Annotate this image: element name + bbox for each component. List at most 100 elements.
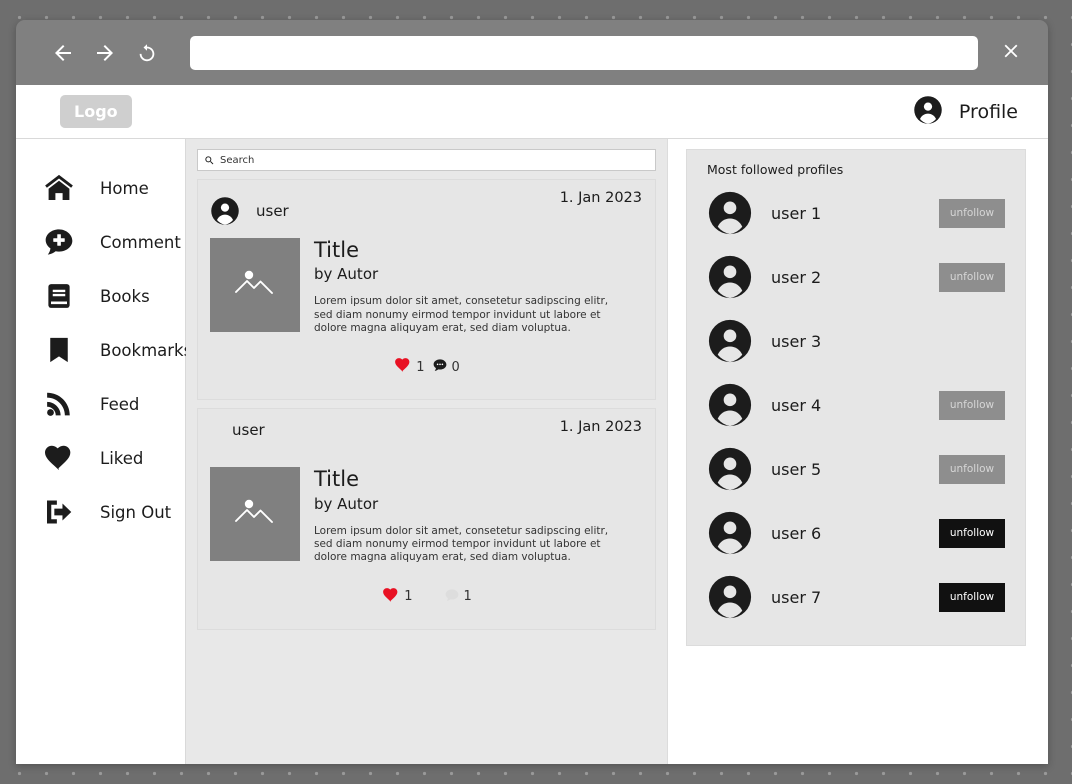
unfollow-button[interactable]: unfollow — [939, 198, 1005, 228]
profile-name[interactable]: user 5 — [771, 460, 821, 479]
list-item: user 4 unfollow — [707, 373, 1005, 437]
post-excerpt: Lorem ipsum dolor sit amet, consetetur s… — [314, 295, 609, 335]
search-box[interactable] — [197, 149, 656, 171]
profile-name[interactable]: user 6 — [771, 524, 821, 543]
account-circle-icon — [707, 446, 753, 492]
post-title: Title — [314, 467, 360, 492]
post-body: Title by Autor Lorem ipsum dolor sit ame… — [210, 238, 643, 335]
arrow-left-icon — [51, 41, 75, 65]
arrow-right-icon — [93, 41, 117, 65]
reload-button[interactable] — [130, 36, 164, 70]
app-container: Logo Profile Home Comment Books Bookmark… — [16, 85, 1048, 764]
list-item: user 6 unfollow — [707, 501, 1005, 565]
sidebar-item-home[interactable]: Home — [16, 161, 185, 215]
feed-column: 1. Jan 2023 user — [186, 139, 668, 764]
browser-window: Logo Profile Home Comment Books Bookmark… — [16, 20, 1048, 764]
account-circle-icon — [707, 254, 753, 300]
post-footer: 1 0 — [210, 335, 643, 399]
sidebar-item-label: Liked — [100, 448, 144, 468]
list-item: user 1 unfollow — [707, 181, 1005, 245]
sidebar-item-bookmarks[interactable]: Bookmarks — [16, 323, 192, 377]
profile-name[interactable]: user 7 — [771, 588, 821, 607]
profile-name[interactable]: user 4 — [771, 396, 821, 415]
like-stat[interactable]: 1 — [393, 356, 425, 378]
profile-name[interactable]: user 3 — [771, 332, 821, 351]
post-text-block: Title by Autor Lorem ipsum dolor sit ame… — [300, 467, 614, 564]
search-input[interactable] — [220, 150, 649, 170]
post-username[interactable]: user — [232, 421, 265, 439]
post-date: 1. Jan 2023 — [559, 419, 642, 436]
account-circle-icon — [913, 95, 943, 129]
comment-icon — [431, 357, 449, 377]
unfollow-button[interactable]: unfollow — [939, 454, 1005, 484]
post-date: 1. Jan 2023 — [559, 190, 642, 206]
app-body: Home Comment Books Bookmarks Feed Liked … — [16, 139, 1048, 764]
most-followed-panel: Most followed profiles user 1 unfollow u… — [686, 149, 1026, 646]
back-button[interactable] — [46, 36, 80, 70]
sidebar-item-feed[interactable]: Feed — [16, 377, 185, 431]
home-icon — [42, 171, 76, 205]
account-circle-icon — [707, 382, 753, 428]
post-author: by Autor — [314, 494, 379, 513]
list-item: user 7 unfollow — [707, 565, 1005, 629]
sidebar-item-label: Bookmarks — [100, 340, 193, 360]
post-text-block: Title by Autor Lorem ipsum dolor sit ame… — [300, 238, 614, 335]
account-circle-icon — [707, 574, 753, 620]
post-author: by Autor — [314, 265, 379, 284]
comment-stat[interactable]: 1 — [443, 587, 472, 607]
profile-name[interactable]: user 1 — [771, 204, 821, 223]
close-icon — [1000, 40, 1022, 66]
sign-out-icon — [42, 495, 76, 529]
unfollow-button[interactable]: unfollow — [939, 262, 1005, 292]
unfollow-button[interactable]: unfollow — [939, 518, 1005, 548]
post-title: Title — [314, 238, 360, 262]
browser-chrome — [16, 20, 1048, 85]
image-placeholder-icon — [231, 495, 279, 533]
account-circle-icon — [210, 196, 240, 226]
sidebar-item-label: Books — [100, 286, 150, 306]
book-icon — [42, 279, 76, 313]
rss-feed-icon — [42, 387, 76, 421]
comment-icon — [443, 587, 461, 607]
panel-title: Most followed profiles — [707, 162, 844, 177]
post-username[interactable]: user — [256, 202, 289, 220]
sidebar-item-label: Sign Out — [100, 502, 172, 522]
right-column: Most followed profiles user 1 unfollow u… — [668, 139, 1048, 764]
post-thumbnail — [210, 467, 300, 562]
profile-link[interactable]: Profile — [913, 95, 1018, 129]
comment-count: 1 — [463, 589, 472, 605]
like-stat[interactable]: 1 — [381, 586, 413, 608]
unfollow-button[interactable]: unfollow — [939, 390, 1005, 420]
search-icon — [204, 151, 215, 170]
bookmark-icon — [42, 333, 76, 367]
image-placeholder-icon — [231, 266, 279, 304]
account-circle-icon — [707, 318, 753, 364]
heart-icon — [393, 356, 413, 378]
heart-icon — [381, 586, 401, 608]
like-count: 1 — [404, 589, 413, 605]
logo[interactable]: Logo — [60, 95, 132, 128]
account-circle-icon — [707, 190, 753, 236]
list-item: user 3 unfollow — [707, 309, 1005, 373]
sidebar: Home Comment Books Bookmarks Feed Liked … — [16, 139, 192, 764]
profile-name[interactable]: user 2 — [771, 268, 821, 287]
sidebar-item-liked[interactable]: Liked — [16, 431, 185, 485]
sidebar-item-books[interactable]: Books — [16, 269, 185, 323]
comment-stat[interactable]: 0 — [431, 357, 460, 377]
sidebar-item-sign-out[interactable]: Sign Out — [16, 485, 185, 539]
post-footer: 1 1 — [210, 565, 643, 629]
comment-count: 0 — [451, 359, 460, 375]
close-button[interactable] — [994, 36, 1028, 70]
reload-icon — [136, 42, 158, 64]
list-item: user 5 unfollow — [707, 437, 1005, 501]
post-card: 1. Jan 2023 user Title by Autor Lorem ip… — [197, 179, 656, 401]
post-excerpt: Lorem ipsum dolor sit amet, consetetur s… — [314, 524, 609, 564]
account-circle-icon — [707, 510, 753, 556]
sidebar-item-comment[interactable]: Comment — [16, 215, 185, 269]
sidebar-item-label: Feed — [100, 394, 140, 414]
url-input[interactable] — [190, 35, 978, 70]
forward-button[interactable] — [88, 36, 122, 70]
post-thumbnail — [210, 238, 300, 332]
unfollow-button[interactable]: unfollow — [939, 582, 1005, 612]
post-body: Title by Autor Lorem ipsum dolor sit ame… — [210, 467, 643, 564]
